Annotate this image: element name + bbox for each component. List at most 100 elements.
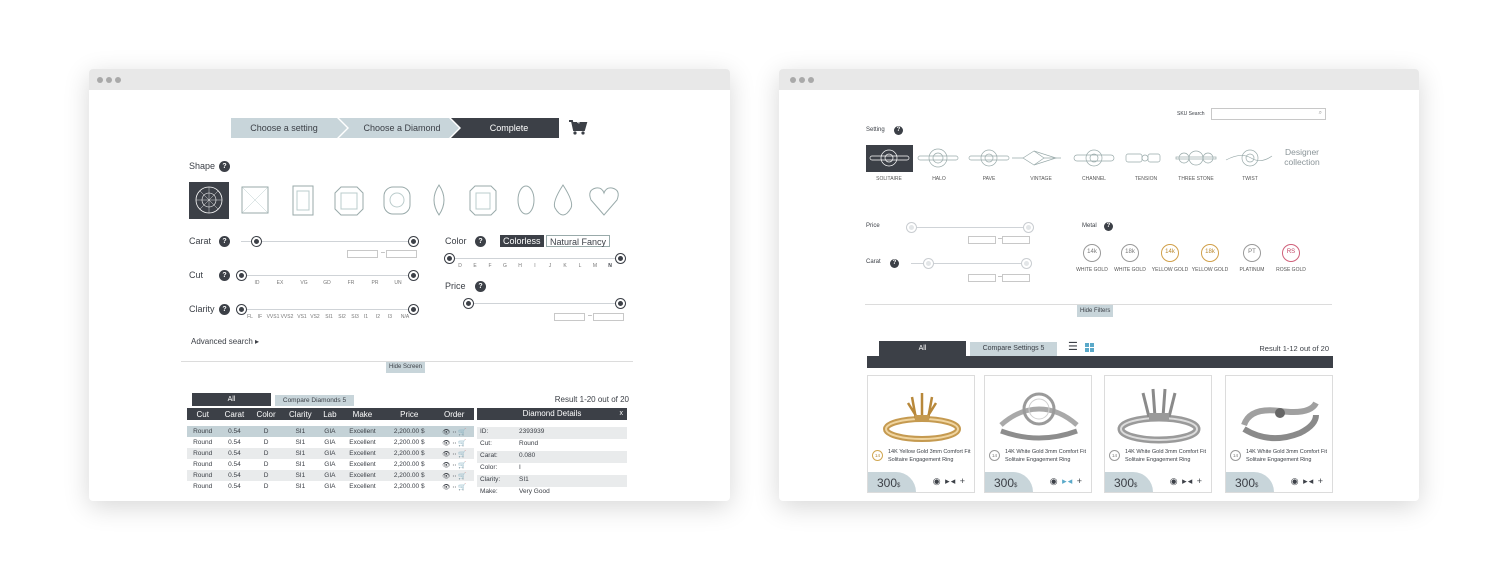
column-header-lab[interactable]: Lab <box>318 408 341 420</box>
window-dot[interactable] <box>115 77 121 83</box>
table-row[interactable]: Round 0.54 D SI1 GIA Excellent 2,200.00 $ 👁 ⋅⋅… <box>187 481 474 492</box>
metal-18k-yellow-gold[interactable]: 18k <box>1201 244 1219 262</box>
row-actions[interactable]: 👁 ⋅⋅ 🛒 <box>434 426 474 437</box>
clarity-slider-track[interactable] <box>241 309 414 310</box>
setting-style-twist[interactable]: TWIST <box>1225 176 1275 182</box>
table-row[interactable]: Round 0.54 D SI1 GIA Excellent 2,200.00 $ 👁 ⋅⋅… <box>187 437 474 448</box>
column-header-cut[interactable]: Cut <box>187 408 219 420</box>
view-icon[interactable]: 👁 <box>442 451 450 458</box>
details-close-button[interactable]: x <box>620 408 624 420</box>
metal-18k-white-gold[interactable]: 18k <box>1121 244 1139 262</box>
product-card[interactable]: 14 14K White Gold 3mm Comfort Fit Solita… <box>1225 375 1333 493</box>
color-slider-track[interactable] <box>450 258 620 259</box>
cart-button[interactable]: 4 <box>568 119 590 137</box>
product-card[interactable]: 14 14K White Gold 3mm Comfort Fit Solita… <box>1104 375 1212 493</box>
carat-help-icon[interactable]: ? <box>219 236 230 247</box>
color-min-handle[interactable] <box>445 254 454 263</box>
compare-icon[interactable]: ⋅⋅ <box>452 440 456 447</box>
add-icon[interactable]: + <box>960 476 966 486</box>
compare-icon[interactable]: ▸◂ <box>1303 476 1314 486</box>
price-max-input[interactable] <box>593 313 624 321</box>
view-icon[interactable]: 👁 <box>442 484 450 491</box>
hide-filters-button[interactable]: Hide Filters <box>1077 305 1114 317</box>
shape-help-icon[interactable]: ? <box>219 161 230 172</box>
setting-carat-max-handle[interactable] <box>1022 259 1031 268</box>
pear-shape-icon[interactable] <box>553 184 573 216</box>
setting-style-tension[interactable]: TENSION <box>1121 176 1171 182</box>
color-help-icon[interactable]: ? <box>475 236 486 247</box>
price-max-handle[interactable] <box>616 299 625 308</box>
setting-price-max-input[interactable] <box>1002 236 1030 244</box>
table-row[interactable]: Round 0.54 D SI1 GIA Excellent 2,200.00 $ 👁 ⋅⋅… <box>187 448 474 459</box>
clarity-max-handle[interactable] <box>409 305 418 314</box>
setting-style-channel[interactable]: CHANNEL <box>1069 176 1119 182</box>
view-icon[interactable]: 👁 <box>442 462 450 469</box>
metal-rose-gold[interactable]: RS <box>1282 244 1300 262</box>
tension-setting-icon[interactable] <box>1125 153 1161 163</box>
row-actions[interactable]: 👁 ⋅⋅ 🛒 <box>434 470 474 481</box>
product-title[interactable]: 14K White Gold 3mm Comfort Fit Solitaire… <box>1246 448 1332 464</box>
compare-icon[interactable]: ⋅⋅ <box>452 451 456 458</box>
list-view-icon[interactable]: ☰ <box>1068 342 1078 353</box>
add-icon[interactable]: + <box>1077 476 1083 486</box>
compare-icon[interactable]: ▸◂ <box>1062 476 1073 486</box>
setting-price-min-input[interactable] <box>968 236 996 244</box>
sku-search-input[interactable]: ⌕ <box>1211 108 1326 120</box>
compare-icon[interactable]: ▸◂ <box>945 476 956 486</box>
setting-style-vintage[interactable]: VINTAGE <box>1016 176 1066 182</box>
halo-setting-icon[interactable] <box>917 148 959 168</box>
metal-platinum[interactable]: PT <box>1243 244 1261 262</box>
product-title[interactable]: 14K White Gold 3mm Comfort Fit Solitaire… <box>1005 448 1091 464</box>
color-max-handle[interactable] <box>616 254 625 263</box>
hide-screen-button[interactable]: Hide Screen <box>386 362 426 373</box>
vintage-setting-icon[interactable] <box>1012 150 1061 166</box>
column-header-order[interactable]: Order <box>434 408 474 420</box>
price-min-handle[interactable] <box>464 299 473 308</box>
asscher-shape-icon[interactable] <box>334 186 364 216</box>
carat-slider-track[interactable] <box>241 241 414 242</box>
cart-icon[interactable]: 🛒 <box>458 451 466 458</box>
column-header-make[interactable]: Make <box>340 408 385 420</box>
tab-compare-settings[interactable]: Compare Settings 5 <box>970 342 1057 356</box>
tab-all[interactable]: All <box>192 393 271 406</box>
compare-icon[interactable]: ▸◂ <box>1182 476 1193 486</box>
step-choose-diamond[interactable]: Choose a Diamond <box>347 118 457 138</box>
column-header-carat[interactable]: Carat <box>218 408 251 420</box>
setting-carat-min-input[interactable] <box>968 274 996 282</box>
price-help-icon[interactable]: ? <box>475 281 486 292</box>
metal-14k-yellow-gold[interactable]: 14k <box>1161 244 1179 262</box>
view-icon[interactable]: ◉ <box>1170 476 1179 486</box>
emerald-shape-icon[interactable] <box>292 185 314 216</box>
natural-fancy-tab[interactable]: Natural Fancy <box>546 235 611 247</box>
product-title[interactable]: 14K White Gold 3mm Comfort Fit Solitaire… <box>1125 448 1211 464</box>
carat-max-input[interactable] <box>386 250 417 258</box>
setting-carat-min-handle[interactable] <box>924 259 933 268</box>
radiant-shape-icon[interactable] <box>469 185 497 216</box>
row-actions[interactable]: 👁 ⋅⋅ 🛒 <box>434 481 474 492</box>
tab-all[interactable]: All <box>879 341 966 356</box>
oval-shape-icon[interactable] <box>517 185 535 215</box>
product-card[interactable]: 14 14K Yellow Gold 3mm Comfort Fit Solit… <box>867 375 975 493</box>
metal-help-icon[interactable]: ? <box>1104 222 1113 231</box>
three-stone-setting-icon[interactable] <box>1175 150 1217 166</box>
setting-style-three-stone[interactable]: THREE STONE <box>1171 176 1221 182</box>
row-actions[interactable]: 👁 ⋅⋅ 🛒 <box>434 437 474 448</box>
view-icon[interactable]: ◉ <box>1050 476 1059 486</box>
metal-14k-white-gold[interactable]: 14k <box>1083 244 1101 262</box>
column-header-price[interactable]: Price <box>384 408 435 420</box>
setting-style-halo[interactable]: HALO <box>914 176 964 182</box>
compare-icon[interactable]: ⋅⋅ <box>452 462 456 469</box>
designer-collection-link[interactable]: Designer collection <box>1277 147 1327 167</box>
carat-max-handle[interactable] <box>409 237 418 246</box>
window-dot[interactable] <box>106 77 112 83</box>
step-choose-setting[interactable]: Choose a setting <box>231 118 337 138</box>
clarity-min-handle[interactable] <box>237 305 246 314</box>
table-row[interactable]: Round 0.54 D SI1 GIA Excellent 2,200.00 $ 👁 ⋅⋅… <box>187 459 474 470</box>
carat-min-input[interactable] <box>347 250 378 258</box>
table-row[interactable]: Round 0.54 D SI1 GIA Excellent 2,200.00 $ 👁 ⋅⋅… <box>187 470 474 481</box>
product-title[interactable]: 14K Yellow Gold 3mm Comfort Fit Solitair… <box>888 448 974 464</box>
product-card[interactable]: 14 14K White Gold 3mm Comfort Fit Solita… <box>984 375 1092 493</box>
colorless-tab[interactable]: Colorless <box>500 235 544 247</box>
cut-max-handle[interactable] <box>409 271 418 280</box>
setting-carat-help-icon[interactable]: ? <box>890 259 899 268</box>
